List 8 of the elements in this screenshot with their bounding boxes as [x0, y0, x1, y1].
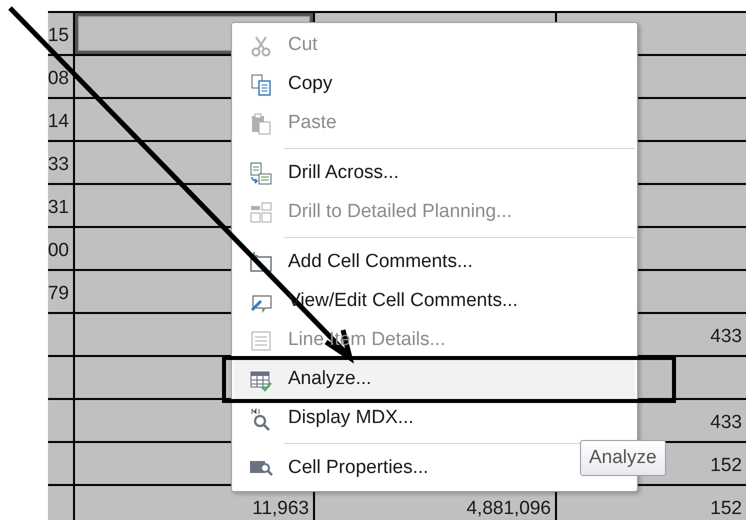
table-cell: 152: [557, 486, 746, 520]
table-cell: 33: [48, 142, 73, 183]
table-cell: 31: [48, 185, 73, 226]
table-cell: 15: [48, 13, 73, 54]
table-cell: 14: [48, 99, 73, 140]
tooltip: Analyze: [580, 440, 666, 476]
table-cell: 79: [48, 271, 73, 312]
table-cell: 00: [48, 228, 73, 269]
